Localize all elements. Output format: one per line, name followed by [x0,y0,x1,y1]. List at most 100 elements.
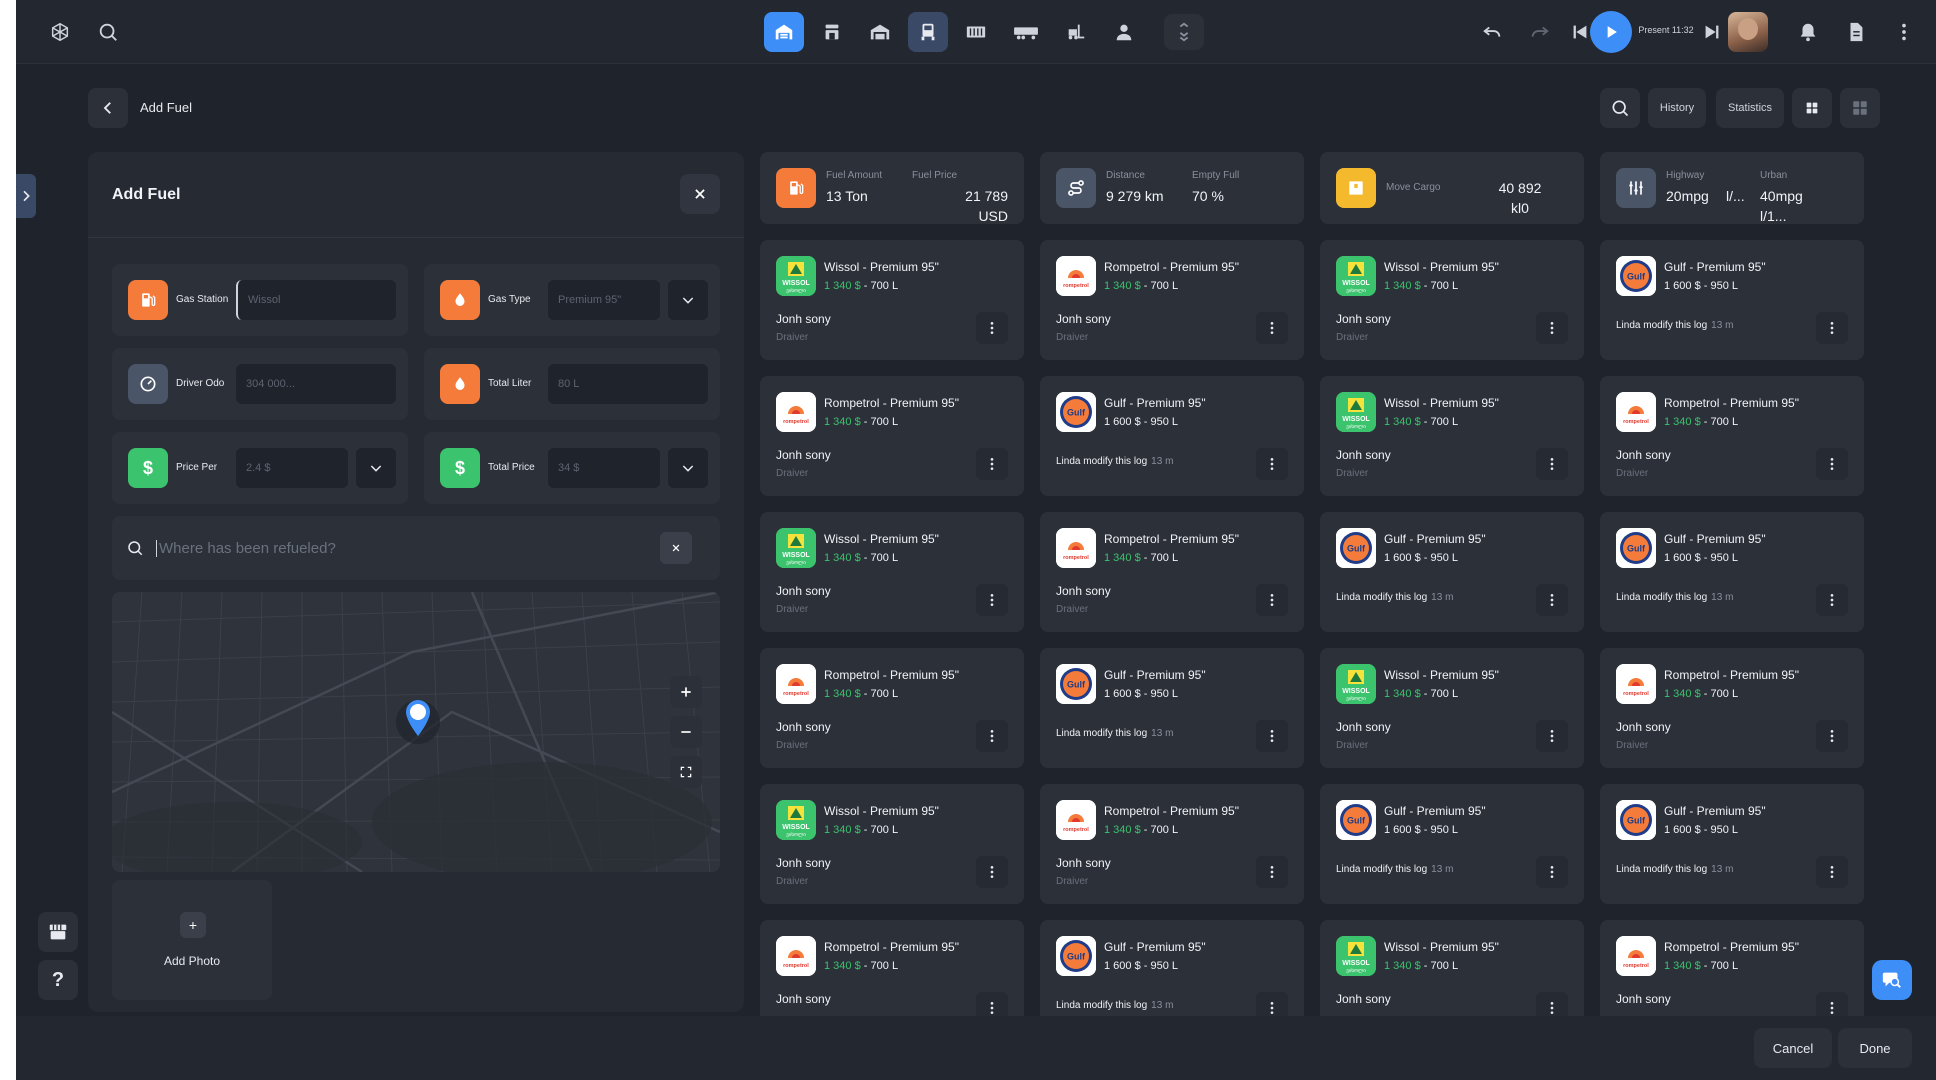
more-options-button[interactable] [1816,448,1848,480]
fuel-log-card[interactable]: rompetrol Rompetrol - Premium 95" 1 340 $ … [1600,376,1864,496]
add-fuel-panel: Add Fuel Gas Station Wissol Gas Type Pre… [88,152,744,1012]
container-icon[interactable] [956,12,996,52]
more-options-button[interactable] [976,448,1008,480]
more-options-button[interactable] [1256,720,1288,752]
gas-station-input[interactable]: Wissol [236,280,396,320]
chevron-down-icon [370,465,382,472]
forklift-icon[interactable] [1056,12,1096,52]
more-options-button[interactable] [1816,856,1848,888]
log-price: 1 600 $ - 950 L [1104,416,1179,428]
price-per-dropdown[interactable] [356,448,396,488]
play-button[interactable] [1590,11,1632,53]
fuel-log-card[interactable]: WISSOL ვისოლი Wissol - Premium 95" 1 340 $ … [1320,648,1584,768]
fuel-log-card[interactable]: WISSOL ვისოლი Wissol - Premium 95" 1 340 $ … [1320,376,1584,496]
avatar[interactable] [1728,12,1768,52]
more-options-button[interactable] [1816,312,1848,344]
fuel-log-card[interactable]: Gulf Gulf - Premium 95" 1 600 $ - 950 L Lin… [1320,784,1584,904]
trailer-icon[interactable] [1004,12,1048,52]
more-options-button[interactable] [976,856,1008,888]
svg-text:Gulf: Gulf [1627,816,1646,826]
fuel-log-card[interactable]: Gulf Gulf - Premium 95" 1 600 $ - 950 L Lin… [1040,648,1304,768]
grid-small-view-button[interactable] [1840,88,1880,128]
grid-large-view-button[interactable] [1792,88,1832,128]
fuel-log-card[interactable]: WISSOL ვისოლი Wissol - Premium 95" 1 340 $ … [760,512,1024,632]
price-per-input[interactable]: 2.4 $ [236,448,348,488]
cargo-box-icon [1336,168,1376,208]
zoom-in-button[interactable] [670,676,702,708]
more-options-button[interactable] [1256,312,1288,344]
done-button[interactable]: Done [1838,1028,1912,1068]
more-options-button[interactable] [1816,720,1848,752]
more-options-button[interactable] [1536,312,1568,344]
fuel-log-card[interactable]: Gulf Gulf - Premium 95" 1 600 $ - 950 L Lin… [1320,512,1584,632]
history-button[interactable]: History [1648,88,1706,128]
more-options-button[interactable] [1256,448,1288,480]
fullscreen-button[interactable] [670,756,702,788]
app-window: Present 11:32 ? Add Fuel History Statist… [16,0,1936,1080]
fuel-log-card[interactable]: rompetrol Rompetrol - Premium 95" 1 340 $ … [760,648,1024,768]
summary-card-cargo: Move Cargo 40 892 kl0 [1320,152,1584,224]
help-button[interactable]: ? [38,960,78,1000]
garage-icon[interactable] [764,12,804,52]
statistics-button[interactable]: Statistics [1716,88,1784,128]
back-button[interactable] [88,88,128,128]
driver-odo-input[interactable]: 304 000... [236,364,396,404]
warehouse-icon[interactable] [860,12,900,52]
store-front-icon[interactable] [38,912,78,952]
chevrons-expand-icon[interactable] [1164,14,1204,50]
store-icon[interactable] [812,12,852,52]
app-logo-icon[interactable] [40,12,80,52]
more-options-button[interactable] [1536,720,1568,752]
fuel-log-card[interactable]: Gulf Gulf - Premium 95" 1 600 $ - 950 L Lin… [1040,376,1304,496]
redo-icon[interactable] [1520,12,1560,52]
kebab-menu-icon[interactable] [1884,12,1924,52]
cancel-button[interactable]: Cancel [1754,1028,1832,1068]
more-options-button[interactable] [976,584,1008,616]
skip-forward-icon[interactable] [1692,12,1732,52]
undo-icon[interactable] [1472,12,1512,52]
search-icon[interactable] [88,12,128,52]
fuel-log-card[interactable]: Gulf Gulf - Premium 95" 1 600 $ - 950 L Lin… [1600,784,1864,904]
chat-button[interactable] [1872,960,1912,1000]
total-price-input[interactable]: 34 $ [548,448,660,488]
log-driver-role: Draiver [776,332,809,343]
fuel-log-card[interactable]: WISSOL ვისოლი Wissol - Premium 95" 1 340 $ … [760,784,1024,904]
more-options-button[interactable] [976,720,1008,752]
log-title: Gulf - Premium 95" [1384,804,1486,818]
more-options-button[interactable] [1256,856,1288,888]
more-options-button[interactable] [1536,584,1568,616]
gas-type-input[interactable]: Premium 95" [548,280,660,320]
fuel-log-card[interactable]: WISSOL ვისოლი Wissol - Premium 95" 1 340 $ … [1320,240,1584,360]
fuel-log-card[interactable]: WISSOL ვისოლი Wissol - Premium 95" 1 340 $ … [760,240,1024,360]
fuel-log-card[interactable]: Gulf Gulf - Premium 95" 1 600 $ - 950 L Lin… [1600,240,1864,360]
more-options-button[interactable] [976,312,1008,344]
close-button[interactable] [680,174,720,214]
user-icon[interactable] [1104,12,1144,52]
location-search-input[interactable]: Where has been refueled? [156,540,336,557]
location-pin-icon[interactable] [403,698,433,738]
fuel-log-card[interactable]: rompetrol Rompetrol - Premium 95" 1 340 $ … [1600,648,1864,768]
zoom-out-button[interactable] [670,716,702,748]
more-options-button[interactable] [1536,448,1568,480]
fuel-log-card[interactable]: rompetrol Rompetrol - Premium 95" 1 340 $ … [760,376,1024,496]
gas-type-dropdown[interactable] [668,280,708,320]
document-icon[interactable] [1836,12,1876,52]
fuel-log-card[interactable]: rompetrol Rompetrol - Premium 95" 1 340 $ … [1040,784,1304,904]
map-view[interactable] [112,592,720,872]
bell-icon[interactable] [1788,12,1828,52]
fuel-log-card[interactable]: rompetrol Rompetrol - Premium 95" 1 340 $ … [1040,512,1304,632]
more-options-button[interactable] [1816,584,1848,616]
add-photo-button[interactable]: + Add Photo [112,880,272,1000]
more-options-button[interactable] [1256,584,1288,616]
total-liter-input[interactable]: 80 L [548,364,708,404]
rompetrol-logo-icon: rompetrol [1056,256,1096,296]
sidebar-toggle[interactable] [16,174,36,218]
more-options-button[interactable] [1536,856,1568,888]
truck-front-icon[interactable] [908,12,948,52]
total-price-dropdown[interactable] [668,448,708,488]
log-driver-name: Jonh sony [1616,992,1671,1006]
fuel-log-card[interactable]: Gulf Gulf - Premium 95" 1 600 $ - 950 L Lin… [1600,512,1864,632]
search-button[interactable] [1600,88,1640,128]
clear-search-button[interactable] [660,532,692,564]
fuel-log-card[interactable]: rompetrol Rompetrol - Premium 95" 1 340 $ … [1040,240,1304,360]
